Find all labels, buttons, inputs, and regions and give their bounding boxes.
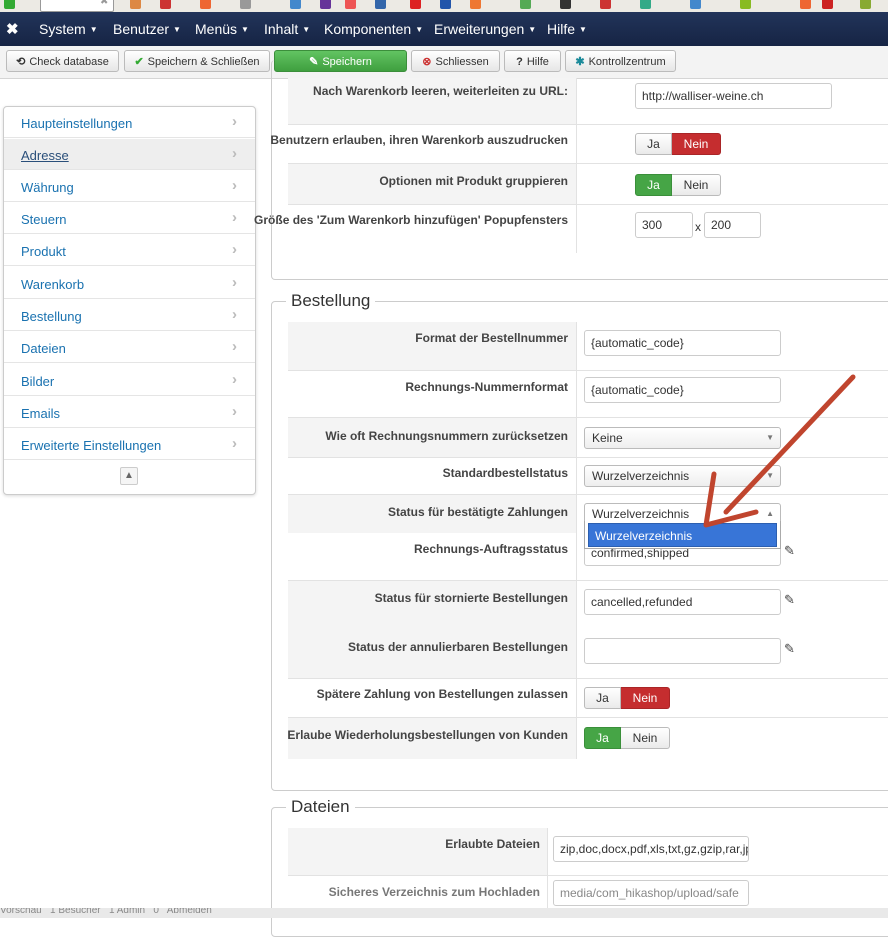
annotation-arrow-icon — [703, 374, 856, 528]
status-bar: Vorschau 1 Besucher 1 Admin 0 Abmelden — [0, 908, 888, 918]
status-text: Vorschau 1 Besucher 1 Admin 0 Abmelden — [0, 908, 212, 916]
